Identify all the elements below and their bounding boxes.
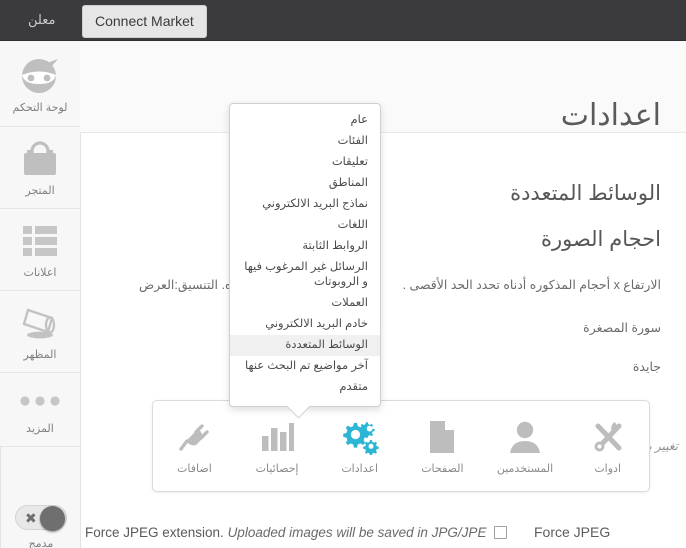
toolbar-item-label: اضافات	[177, 462, 212, 475]
tools-wrench-screwdriver-icon	[590, 417, 626, 457]
paint-roller-icon	[18, 303, 62, 343]
toolbar-item-label: اعدادات	[341, 462, 379, 475]
toolbar-item-label: الصفحات	[421, 462, 464, 475]
content-area: اعدادات الوسائط المتعددة احجام الصورة ال…	[80, 41, 686, 548]
sidebar-item-ads[interactable]: اعلانات	[0, 209, 80, 291]
page-document-icon	[426, 417, 458, 457]
shopping-bag-icon	[20, 139, 60, 179]
help-text-thumbnail: سورة المصغرة	[583, 321, 661, 335]
sidebar-item-label: المتجر	[25, 185, 55, 197]
list-blocks-icon	[21, 221, 59, 261]
force-jpeg-description: Force JPEG extension. Uploaded images wi…	[85, 523, 486, 542]
sidebar-item-label: المزيد	[26, 423, 54, 435]
sidebar-collapse-toggle[interactable]: ✖ مدمج	[1, 491, 81, 548]
dropdown-item-email-templates[interactable]: نماذج البريد الالكتروني	[230, 194, 380, 215]
section-subtitle-image-sizes: احجام الصورة	[540, 228, 661, 251]
ellipsis-icon	[18, 385, 62, 417]
form-control-force-jpeg: Force JPEG extension. Uploaded images wi…	[85, 523, 508, 542]
dropdown-item-currencies[interactable]: العملات	[230, 293, 380, 314]
sidebar-item-label: لوحة التحكم	[12, 102, 68, 114]
force-jpeg-text-italic: Uploaded images will be saved in JPG/JPE	[227, 525, 487, 540]
dropdown-item-permalinks[interactable]: الروابط الثابتة	[230, 236, 380, 257]
toolbar-item-label: إحصائيات	[255, 462, 299, 475]
help-text-medium: جايدة	[632, 360, 661, 374]
ninja-avatar-icon	[18, 54, 62, 96]
dropdown-item-recent-searches[interactable]: آخر مواضيع تم البحث عنها	[230, 356, 380, 377]
section-icon-toolbar: اضافات إحصائيات اعدادات الصفحات المستخدم…	[152, 400, 650, 492]
sidebar-item-store[interactable]: المتجر	[0, 127, 80, 209]
sidebar-toggle-label: مدمج	[28, 538, 54, 548]
connect-market-button[interactable]: Connect Market	[82, 5, 207, 38]
user-icon	[508, 417, 542, 457]
sidebar-item-appearance[interactable]: المظهر	[0, 291, 80, 373]
sidebar-item-label: اعلانات	[23, 267, 57, 279]
dropdown-item-categories[interactable]: الفئات	[230, 131, 380, 152]
advertiser-label: معلن	[28, 12, 56, 27]
section-title-multimedia: الوسائط المتعددة	[510, 182, 661, 205]
form-label-force-jpeg: Force JPEG	[534, 524, 611, 540]
bar-chart-icon	[259, 417, 295, 457]
sidebar-item-more[interactable]: المزيد	[0, 373, 80, 447]
force-jpeg-checkbox[interactable]	[494, 526, 508, 539]
toolbar-item-statistics[interactable]: إحصائيات	[238, 417, 316, 476]
page-title: اعدادات	[560, 99, 661, 132]
sidebar-item-dashboard[interactable]: لوحة التحكم	[0, 41, 80, 127]
plug-icon	[176, 417, 212, 457]
dropdown-item-advanced[interactable]: متقدم	[230, 377, 380, 398]
sidebar: لوحة التحكم المتجر اعلانات المظهر المزيد…	[0, 41, 80, 548]
close-x-icon: ✖	[25, 510, 37, 526]
top-bar: معلن Connect Market	[0, 0, 686, 41]
dropdown-item-multimedia[interactable]: الوسائط المتعددة	[230, 335, 380, 356]
toolbar-item-label: المستخدمين	[496, 462, 554, 475]
dropdown-item-languages[interactable]: اللغات	[230, 215, 380, 236]
toolbar-item-addons[interactable]: اضافات	[155, 417, 233, 476]
sidebar-item-label: المظهر	[23, 349, 57, 361]
force-jpeg-text-plain: Force JPEG extension.	[85, 525, 228, 540]
dropdown-item-spam-bots[interactable]: الرسائل غير المرغوب فيها و الروبوتات	[230, 257, 380, 293]
dropdown-item-mail-server[interactable]: خادم البريد الالكتروني	[230, 314, 380, 335]
dropdown-item-regions[interactable]: المناطق	[230, 173, 380, 194]
toggle-switch[interactable]: ✖	[15, 505, 67, 531]
app-root: معلن Connect Market لوحة التحكم المتجر ا…	[0, 0, 686, 548]
toggle-knob[interactable]	[40, 506, 65, 531]
toolbar-item-users[interactable]: المستخدمين	[486, 417, 564, 476]
dropdown-item-general[interactable]: عام	[230, 110, 380, 131]
toolbar-item-settings[interactable]: اعدادات	[321, 417, 399, 476]
toolbar-item-pages[interactable]: الصفحات	[403, 417, 481, 476]
dropdown-item-comments[interactable]: تعليقات	[230, 152, 380, 173]
gears-icon	[341, 417, 379, 457]
toolbar-item-tools[interactable]: ادوات	[569, 417, 647, 476]
settings-dropdown-menu: عام الفئات تعليقات المناطق نماذج البريد …	[229, 103, 381, 407]
toolbar-item-label: ادوات	[594, 462, 622, 475]
